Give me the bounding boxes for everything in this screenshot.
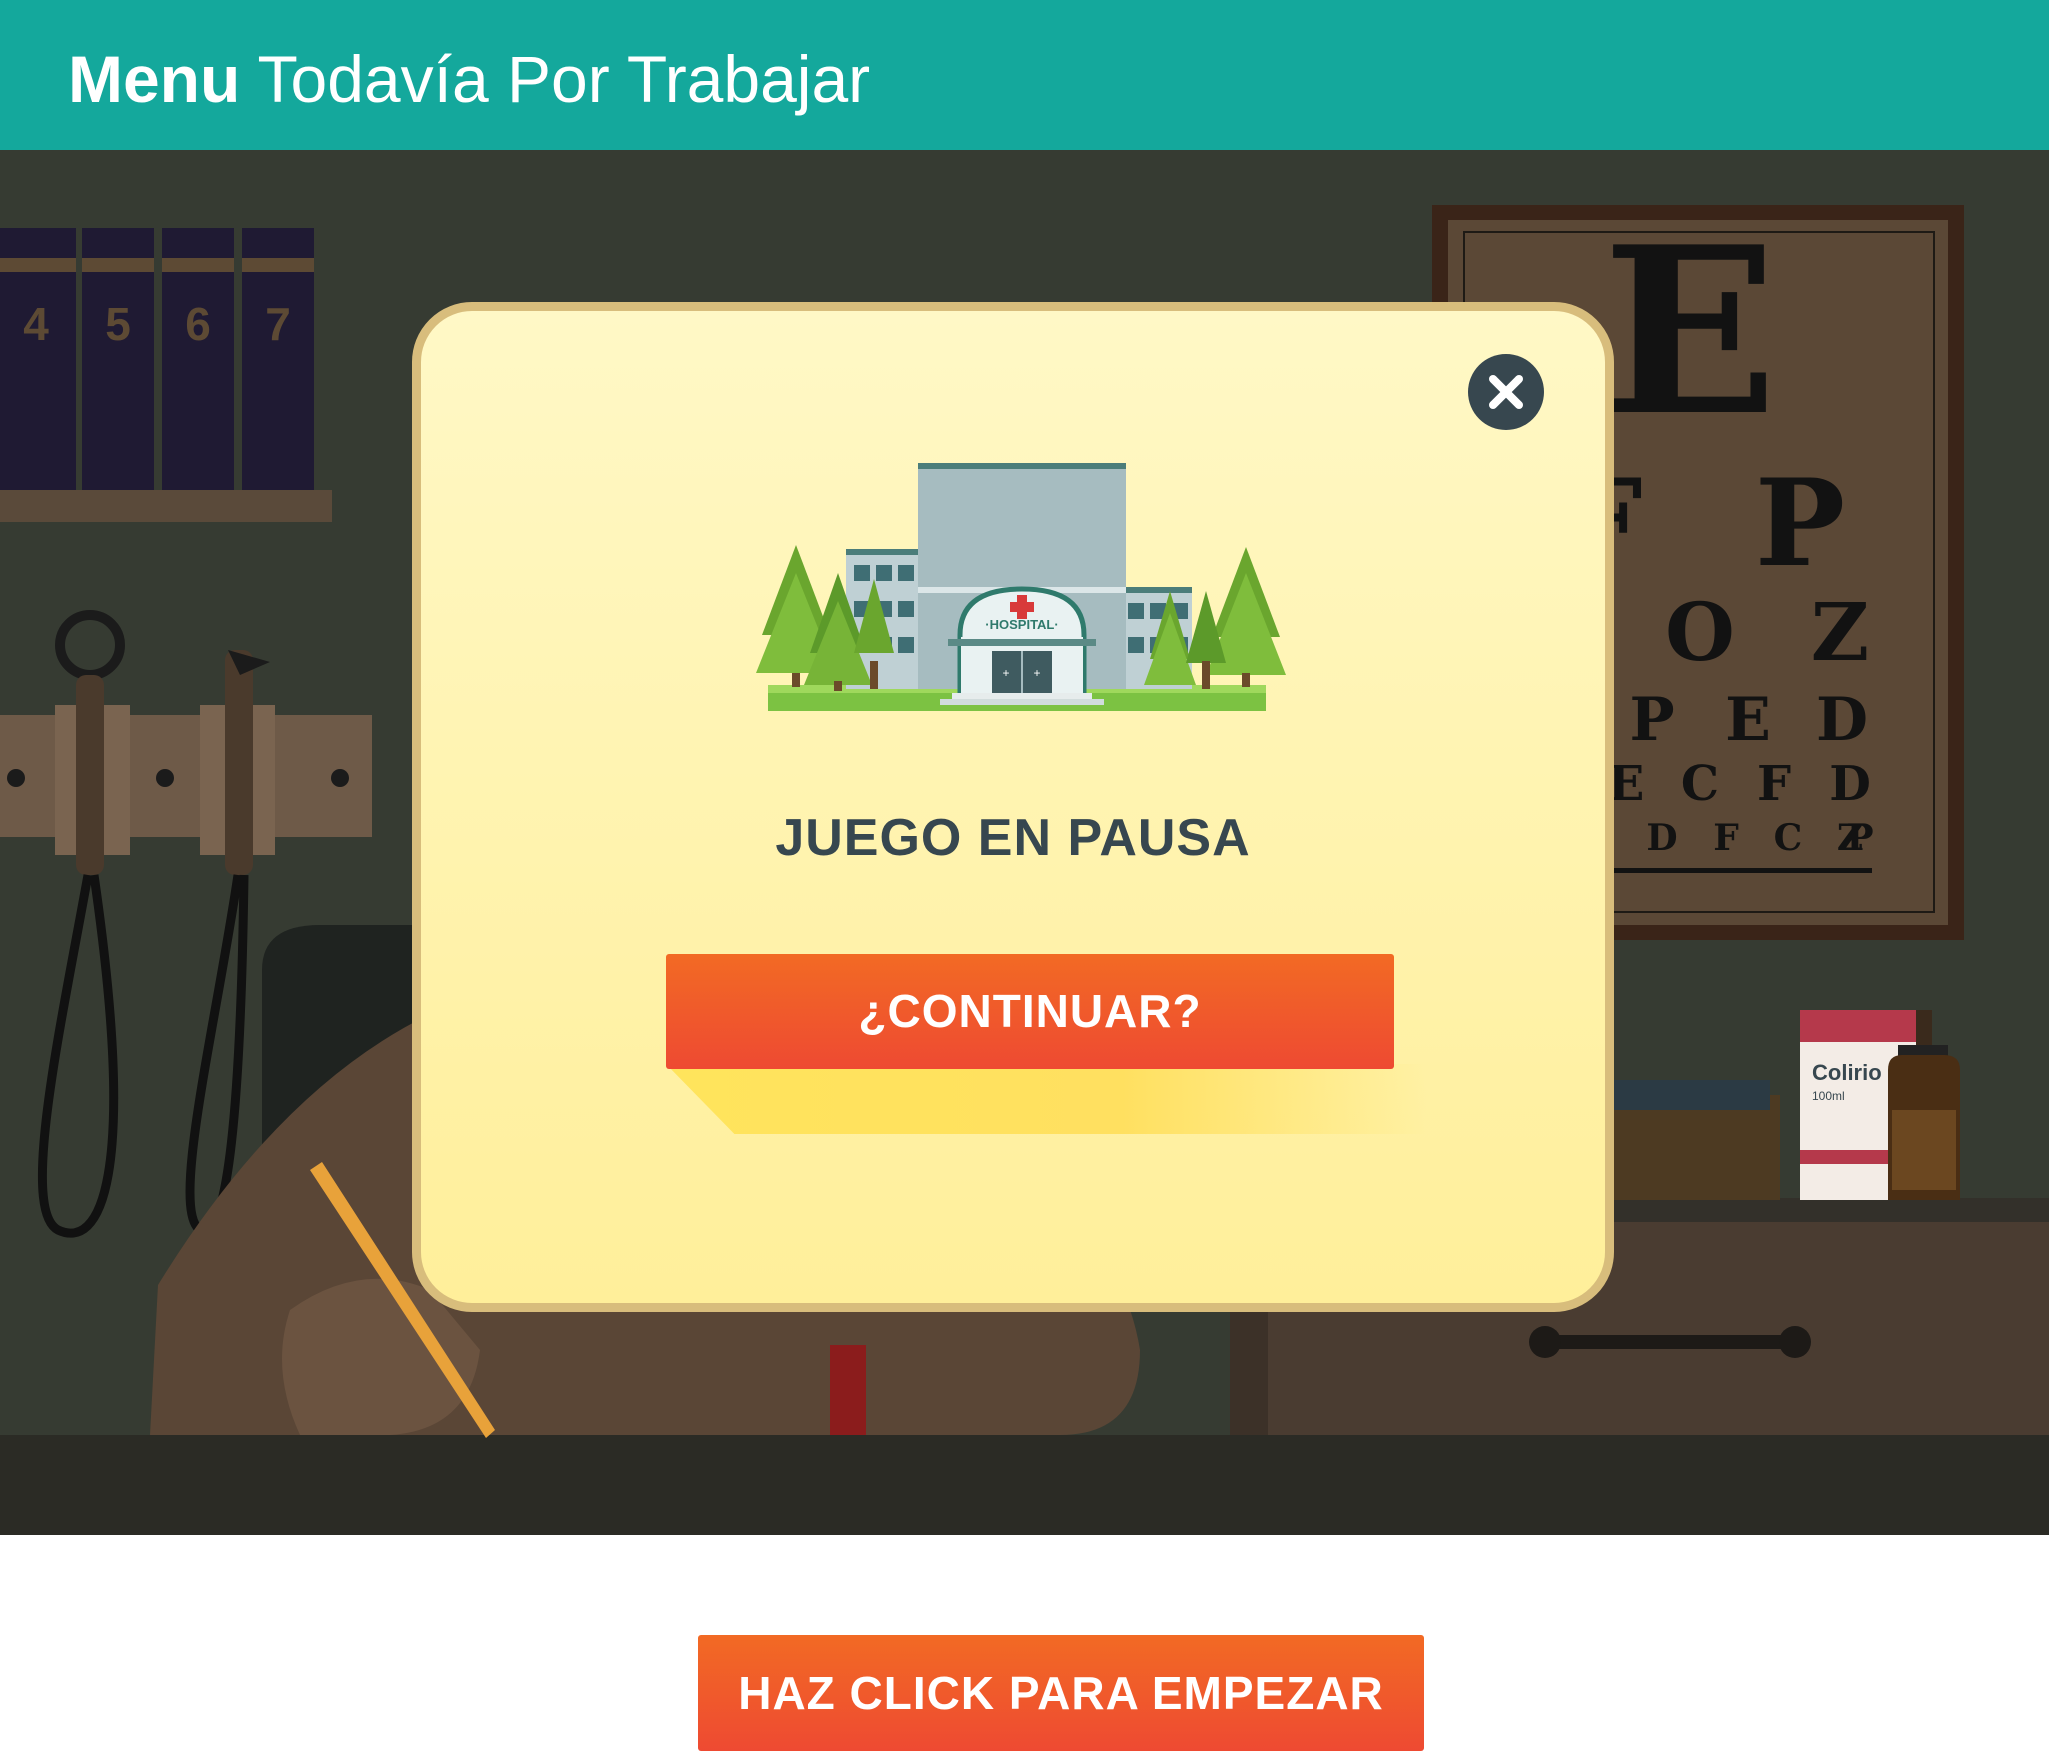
book-number: 5 xyxy=(105,298,131,350)
eye-chart-letter: C xyxy=(1681,756,1719,812)
svg-text:+: + xyxy=(1033,666,1040,680)
medicine-label: Colirio xyxy=(1812,1060,1882,1085)
eye-chart-letter: F xyxy=(1713,817,1739,859)
bookshelf: 4 5 6 7 xyxy=(0,228,332,522)
eye-chart-letter: P xyxy=(1629,685,1674,755)
hospital-sign: ·HOSPITAL· xyxy=(985,617,1058,632)
eye-chart-letter: E xyxy=(1602,197,1777,467)
svg-text:+: + xyxy=(1002,666,1009,680)
pause-dialog: ·HOSPITAL· + + JUEGO EN PAUSA ¿CONTINUAR… xyxy=(412,302,1614,1312)
close-button[interactable] xyxy=(1468,354,1544,430)
start-button[interactable]: HAZ CLICK PARA EMPEZAR xyxy=(698,1635,1424,1751)
eye-chart-letter: D xyxy=(1829,756,1871,812)
eye-chart-letter: C xyxy=(1774,817,1803,859)
eye-chart-letter: D xyxy=(1646,817,1677,859)
eye-chart-letter: Z xyxy=(1811,585,1869,679)
eye-chart-letter: P xyxy=(1755,453,1845,594)
header-title: Menu Todavía Por Trabajar xyxy=(68,38,870,120)
menu-brand[interactable]: Menu xyxy=(68,42,240,116)
continue-button-group: ¿CONTINUAR? xyxy=(666,954,1426,1144)
eye-chart-letter: D xyxy=(1816,685,1868,755)
eye-chart-letter: F xyxy=(1757,756,1791,812)
pause-title: JUEGO EN PAUSA xyxy=(775,809,1251,867)
continue-button-shadow xyxy=(666,1064,1426,1134)
top-bar: Menu Todavía Por Trabajar xyxy=(0,0,2049,150)
book-number: 7 xyxy=(265,298,291,350)
continue-button[interactable]: ¿CONTINUAR? xyxy=(666,954,1394,1069)
book-number: 4 xyxy=(23,298,49,350)
book-number: 6 xyxy=(185,298,211,350)
eye-chart-letter: P xyxy=(1846,817,1873,859)
start-button-label: HAZ CLICK PARA EMPEZAR xyxy=(738,1667,1384,1719)
header-subtitle: Todavía Por Trabajar xyxy=(257,42,871,116)
continue-button-label: ¿CONTINUAR? xyxy=(858,985,1202,1037)
medicine-volume: 100ml xyxy=(1812,1089,1845,1103)
close-icon xyxy=(1489,375,1523,409)
eye-chart-letter: E xyxy=(1725,685,1771,755)
eye-chart-letter: O xyxy=(1665,585,1735,679)
hospital-illustration: ·HOSPITAL· + + xyxy=(756,463,1286,711)
